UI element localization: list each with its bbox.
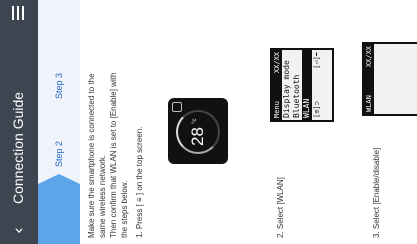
lcd-title: Menu <box>273 101 281 118</box>
temperature-unit: °c <box>192 118 198 124</box>
instructions: Make sure the smartphone is connected to… <box>86 6 145 238</box>
lcd-row-selected: WLAN <box>302 50 312 120</box>
lcd-page: XX/XX <box>365 46 373 68</box>
lcd-enter-key: [⏎]➡ <box>313 52 321 69</box>
lcd-wlan-screen: WLAN XX/XX <box>362 42 417 116</box>
temperature-value: 28 <box>188 127 207 146</box>
app-header: ‹ Connection Guide <box>0 0 38 244</box>
step-3-label: 3. Select [Enable/disable] <box>372 147 381 238</box>
instruction-line: same wireless network. <box>98 154 107 238</box>
lcd-footer: [≡]⊃ [⏎]➡ <box>312 50 322 120</box>
lcd-row: Bluetooth <box>292 74 301 118</box>
lcd-back-key: [≡]⊃ <box>313 101 321 118</box>
menu-button-icon <box>172 102 182 112</box>
back-arrow-icon[interactable]: ‹ <box>9 227 29 234</box>
tab-step-2[interactable]: Step 2 <box>38 124 80 184</box>
lcd-menu-screen: Menu XX/XX Display mode Bluetooth WLAN [… <box>270 48 334 122</box>
instruction-line: the steps below. <box>120 180 129 238</box>
lcd-page: XX/XX <box>273 52 281 74</box>
lcd-title: WLAN <box>365 95 373 112</box>
instruction-line: Then confirm that WLAN is set to [Enable… <box>109 72 118 238</box>
tab-step-1[interactable] <box>38 184 80 244</box>
thermostat-image: 28 °c <box>168 98 228 164</box>
step-2-label: 2. Select [WLAN] <box>276 177 285 238</box>
phone-screen: ‹ Connection Guide Step 2 Step 3 Make su… <box>0 0 417 244</box>
step-tabs: Step 2 Step 3 <box>38 0 80 244</box>
lcd-title-bar: WLAN XX/XX <box>364 44 374 114</box>
lcd-row: Display mode <box>282 60 291 118</box>
instruction-line: Make sure the smartphone is connected to… <box>87 73 96 238</box>
tab-step-3[interactable]: Step 3 <box>38 56 80 116</box>
step-1-label: 1. Press [ ≡ ] on the top screen. <box>135 126 144 238</box>
lcd-title-bar: Menu XX/XX <box>272 50 282 120</box>
menu-icon[interactable] <box>12 6 26 20</box>
page-title: Connection Guide <box>10 91 26 204</box>
